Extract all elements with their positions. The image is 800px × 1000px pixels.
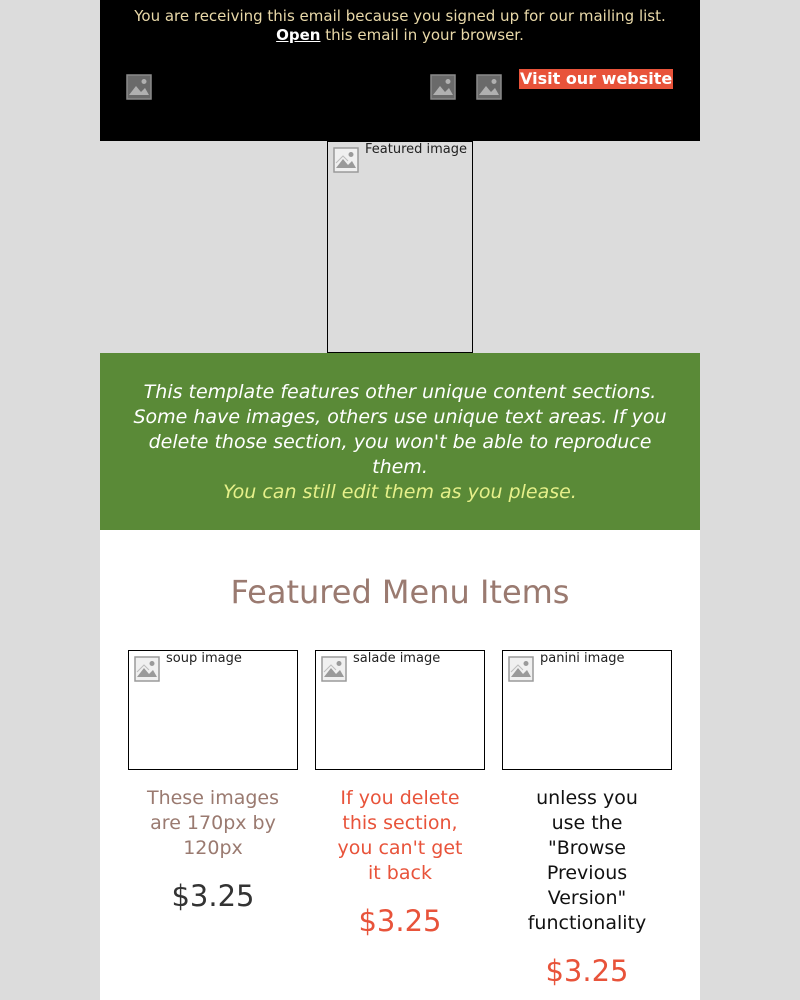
open-in-browser-link[interactable]: Open: [276, 26, 320, 44]
menu-item-price: $3.25: [171, 879, 255, 913]
panini-image-alt: panini image: [540, 651, 625, 666]
preheader-before: You are receiving this email because you…: [134, 7, 666, 25]
menu-item-price: $3.25: [545, 954, 629, 988]
preheader-text: You are receiving this email because you…: [120, 7, 680, 45]
menu-item-salade: salade image If you delete this section,…: [315, 650, 485, 939]
email-header: You are receiving this email because you…: [100, 0, 700, 141]
menu-item-price: $3.25: [358, 904, 442, 938]
menu-item-panini: panini image unless you use the "Browse …: [502, 650, 672, 989]
featured-image: Featured image: [327, 141, 473, 353]
broken-image-icon: [321, 656, 347, 682]
panini-image: panini image: [502, 650, 672, 770]
social-image-icon-3[interactable]: [476, 74, 502, 100]
image-icon: [430, 74, 456, 100]
featured-menu-section: Featured Menu Items soup image These ima…: [100, 530, 700, 1000]
menu-item-description: If you delete this section, you can't ge…: [337, 787, 463, 884]
banner-text: This template features other unique cont…: [120, 380, 680, 505]
social-image-icon-1[interactable]: [126, 74, 152, 100]
menu-item-soup: soup image These images are 170px by 120…: [128, 650, 298, 914]
salade-image: salade image: [315, 650, 485, 770]
info-banner: This template features other unique cont…: [100, 353, 700, 530]
image-icon: [476, 74, 502, 100]
preheader-after: this email in your browser.: [325, 26, 524, 44]
visit-website-button[interactable]: Visit our website: [519, 69, 674, 89]
menu-title: Featured Menu Items: [230, 573, 570, 611]
soup-image: soup image: [128, 650, 298, 770]
social-image-icon-2[interactable]: [430, 74, 456, 100]
banner-highlight: You can still edit them as you please.: [223, 481, 577, 503]
featured-image-alt: Featured image: [365, 142, 468, 157]
email-container: You are receiving this email because you…: [100, 0, 700, 1000]
salade-image-alt: salade image: [353, 651, 441, 666]
menu-item-description: These images are 170px by 120px: [146, 787, 280, 859]
broken-image-icon: [508, 656, 534, 682]
broken-image-icon: [333, 147, 359, 173]
broken-image-icon: [134, 656, 160, 682]
soup-image-alt: soup image: [166, 651, 242, 666]
image-icon: [126, 74, 152, 100]
banner-body: This template features other unique cont…: [133, 381, 667, 478]
menu-item-description: unless you use the "Browse Previous Vers…: [527, 787, 647, 934]
